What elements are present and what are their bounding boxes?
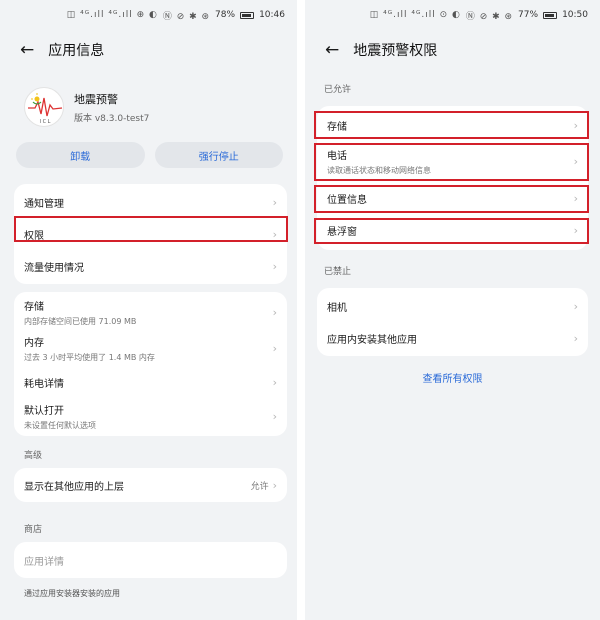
force-stop-button[interactable]: 强行停止	[154, 142, 283, 168]
chevron-right-icon: ›	[573, 154, 578, 168]
settings-group-1: 通知管理 › 权限 › 流量使用情况 ›	[14, 184, 287, 284]
chevron-right-icon: ›	[573, 299, 578, 313]
app-logo: I C L	[24, 87, 64, 127]
header: ← 地震预警权限	[305, 30, 600, 70]
page-title: 地震预警权限	[353, 43, 438, 59]
row-subtitle: 过去 3 小时平均使用了 1.4 MB 内存	[24, 352, 155, 362]
view-all-permissions-link[interactable]: 查看所有权限	[305, 370, 600, 385]
row-label: 权限	[24, 230, 44, 242]
page-title: 应用信息	[48, 43, 105, 59]
row-label: 位置信息	[327, 194, 367, 206]
permission-phone-row[interactable]: 电话 读取通话状态和移动网络信息 ›	[317, 140, 588, 182]
chevron-right-icon: ›	[272, 409, 277, 423]
allowed-permissions: 存储 › 电话 读取通话状态和移动网络信息 › 位置信息 › 悬浮窗 ›	[317, 106, 588, 250]
app-details-row[interactable]: 应用详情	[14, 542, 287, 578]
permission-install-apps-row[interactable]: 应用内安装其他应用 ›	[317, 322, 588, 354]
chevron-right-icon: ›	[272, 195, 277, 209]
chevron-right-icon: ›	[573, 331, 578, 345]
header: ← 应用信息	[0, 30, 297, 70]
memory-row[interactable]: 内存 过去 3 小时平均使用了 1.4 MB 内存 ›	[14, 330, 287, 366]
chevron-right-icon: ›	[272, 227, 277, 241]
action-buttons: 卸载 强行停止	[0, 134, 297, 168]
permission-camera-row[interactable]: 相机 ›	[317, 290, 588, 322]
status-bar: ◫ ⁴ᴳ.ıll ⁴ᴳ.ıll ⊙ ◐ Ⓝ ⊘ ✱ ⊛ 77% 10:50	[305, 0, 600, 30]
row-label: 相机	[327, 302, 347, 314]
signal-icons: ◫ ⁴ᴳ.ıll ⁴ᴳ.ıll ⊙ ◐	[369, 10, 461, 20]
row-label: 内存	[24, 337, 44, 349]
row-label: 存储	[24, 301, 44, 313]
settings-group-2: 存储 内部存储空间已使用 71.09 MB › 内存 过去 3 小时平均使用了 …	[14, 292, 287, 436]
chevron-right-icon: ›	[573, 118, 578, 132]
app-version: 版本 v8.3.0-test7	[74, 113, 150, 124]
row-subtitle: 未设置任何默认选项	[24, 420, 96, 430]
open-by-default-row[interactable]: 默认打开 未设置任何默认选项 ›	[14, 398, 287, 434]
section-denied: 已禁止	[324, 266, 352, 277]
status-time: 10:50	[562, 10, 588, 20]
permissions-row[interactable]: 权限 ›	[14, 218, 287, 250]
arrow-left-icon[interactable]: ←	[325, 41, 339, 59]
battery-usage-row[interactable]: 耗电详情 ›	[14, 366, 287, 398]
display-over-apps-row[interactable]: 显示在其他应用的上层 允许 ›	[14, 468, 287, 502]
row-label: 存储	[327, 121, 347, 133]
chevron-right-icon: ›	[272, 478, 277, 492]
arrow-left-icon[interactable]: ←	[20, 41, 34, 59]
section-advanced: 高级	[24, 450, 43, 461]
battery-icon	[240, 11, 255, 19]
app-name: 地震预警	[74, 92, 118, 106]
row-label: 通知管理	[24, 198, 64, 210]
section-allowed: 已允许	[324, 84, 352, 95]
row-label: 电话	[327, 150, 347, 162]
row-value: 允许	[250, 481, 269, 492]
denied-permissions: 相机 › 应用内安装其他应用 ›	[317, 288, 588, 356]
data-usage-row[interactable]: 流量使用情况 ›	[14, 250, 287, 282]
system-icons: Ⓝ ⊘ ✱ ⊛	[162, 11, 211, 22]
section-store: 商店	[24, 524, 43, 535]
row-label: 悬浮窗	[327, 226, 357, 238]
permission-location-row[interactable]: 位置信息 ›	[317, 182, 588, 214]
chevron-right-icon: ›	[272, 341, 277, 355]
row-label: 耗电详情	[24, 378, 64, 390]
row-label: 显示在其他应用的上层	[24, 481, 124, 493]
seismograph-logo-icon: I C L	[28, 93, 63, 125]
row-label: 应用内安装其他应用	[327, 334, 417, 346]
advanced-group: 显示在其他应用的上层 允许 ›	[14, 468, 287, 502]
chevron-right-icon: ›	[573, 223, 578, 237]
chevron-right-icon: ›	[272, 305, 277, 319]
row-label: 默认打开	[24, 405, 64, 417]
row-subtitle: 读取通话状态和移动网络信息	[327, 165, 431, 175]
status-bar: ◫ ⁴ᴳ.ıll ⁴ᴳ.ıll ⊕ ◐ Ⓝ ⊘ ✱ ⊛ 78% 10:46	[0, 0, 297, 30]
svg-text:I C L: I C L	[40, 119, 51, 125]
storage-row[interactable]: 存储 内部存储空间已使用 71.09 MB ›	[14, 294, 287, 330]
app-permissions-screen: ◫ ⁴ᴳ.ıll ⁴ᴳ.ıll ⊙ ◐ Ⓝ ⊘ ✱ ⊛ 77% 10:50 ← …	[305, 0, 600, 620]
notification-management-row[interactable]: 通知管理 ›	[14, 186, 287, 218]
chevron-right-icon: ›	[272, 259, 277, 273]
battery-icon	[543, 11, 558, 19]
permission-floating-window-row[interactable]: 悬浮窗 ›	[317, 214, 588, 246]
row-label: 流量使用情况	[24, 262, 84, 274]
row-label: 应用详情	[24, 556, 64, 568]
store-group: 应用详情	[14, 542, 287, 578]
signal-icons: ◫ ⁴ᴳ.ıll ⁴ᴳ.ıll ⊕ ◐	[66, 10, 158, 20]
app-info-screen: ◫ ⁴ᴳ.ıll ⁴ᴳ.ıll ⊕ ◐ Ⓝ ⊘ ✱ ⊛ 78% 10:46 ← …	[0, 0, 297, 620]
app-summary: I C L 地震预警 版本 v8.3.0-test7	[0, 70, 297, 134]
battery-percent: 77%	[518, 10, 539, 20]
row-subtitle: 内部存储空间已使用 71.09 MB	[24, 316, 137, 326]
chevron-right-icon: ›	[573, 191, 578, 205]
status-time: 10:46	[259, 10, 285, 20]
battery-percent: 78%	[215, 10, 236, 20]
permission-storage-row[interactable]: 存储 ›	[317, 110, 588, 140]
system-icons: Ⓝ ⊘ ✱ ⊛	[465, 11, 514, 22]
uninstall-button[interactable]: 卸载	[16, 142, 145, 168]
chevron-right-icon: ›	[272, 375, 277, 389]
installer-note: 通过应用安装器安装的应用	[24, 589, 120, 598]
